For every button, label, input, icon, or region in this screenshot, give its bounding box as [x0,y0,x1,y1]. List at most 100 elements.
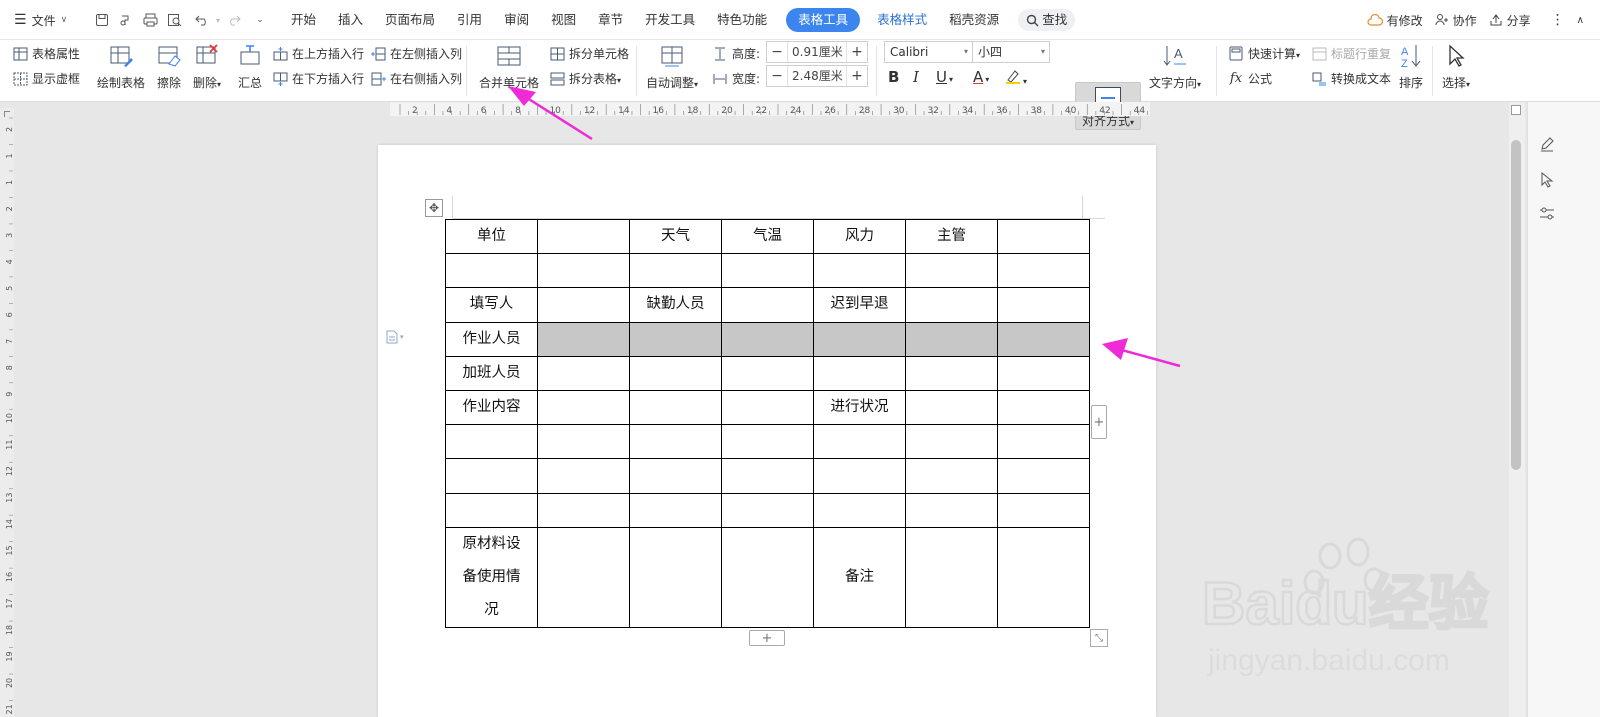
table-cell[interactable] [721,355,814,391]
increase-height-button[interactable]: + [847,44,867,60]
add-column-button[interactable]: + [1091,405,1107,439]
save-icon[interactable] [92,10,112,30]
table-cell[interactable] [629,321,722,357]
erase-button[interactable]: 擦除 [155,42,183,91]
table-cell[interactable] [721,321,814,357]
increase-width-button[interactable]: + [847,68,867,84]
document-table[interactable]: 单位 天气 气温 风力 主管 填写人 缺勤人员 迟到早退 作业人员 加班人员 作业内容 进行状况 原材料… [445,218,1090,628]
table-cell[interactable] [445,253,538,289]
show-gridlines-button[interactable]: 显示虚框 [12,70,80,87]
cloud-sync-button[interactable]: 有修改 [1367,12,1423,29]
table-cell[interactable] [905,287,998,323]
table-cell[interactable] [445,424,538,460]
table-cell[interactable] [721,458,814,494]
column-width-stepper[interactable]: − 2.48厘米 + [766,65,868,87]
table-cell[interactable] [813,321,906,357]
table-cell[interactable]: 填写人 [445,287,538,323]
text-direction-button[interactable]: A 文字方向▾ [1149,42,1201,91]
convert-to-text-button[interactable]: 转换成文本 [1311,70,1391,87]
table-cell[interactable] [905,526,998,628]
tab-home[interactable]: 开始 [280,8,327,32]
table-cell[interactable] [629,458,722,494]
table-cell[interactable] [813,458,906,494]
edit-pen-icon[interactable] [1539,136,1555,155]
tab-special-features[interactable]: 特色功能 [706,8,778,32]
font-name-select[interactable]: Calibri ▾ [884,41,973,63]
table-cell[interactable] [721,253,814,289]
table-cell[interactable] [537,287,630,323]
table-cell[interactable] [537,218,630,255]
bold-icon[interactable]: B [888,68,899,86]
table-resize-icon[interactable]: ⤡ [1090,629,1108,647]
table-cell[interactable] [537,492,630,528]
pointer-icon[interactable] [1540,171,1554,191]
insert-column-right-button[interactable]: 在右侧插入列 [370,70,462,87]
table-cell[interactable] [997,355,1090,391]
quick-calc-button[interactable]: 快速计算▾ [1228,45,1300,62]
tab-table-style[interactable]: 表格样式 [866,8,938,32]
search-button[interactable]: 查找 [1018,9,1076,31]
more-options-icon[interactable]: ⋮ [1551,12,1565,28]
table-cell[interactable]: 单位 [445,218,538,255]
table-cell[interactable]: 备注 [813,526,906,628]
tab-stop-selector[interactable] [4,111,10,117]
table-cell[interactable] [445,492,538,528]
row-height-input[interactable]: 0.91厘米 [787,42,847,62]
table-cell[interactable] [629,492,722,528]
tab-page-layout[interactable]: 页面布局 [374,8,446,32]
table-cell[interactable] [537,458,630,494]
table-cell[interactable] [721,492,814,528]
table-cell[interactable]: 加班人员 [445,355,538,391]
scrollbar-thumb[interactable] [1511,140,1521,470]
summary-button[interactable]: 汇总 [236,42,264,91]
insert-row-below-button[interactable]: 在下方插入行 [272,70,364,87]
tab-review[interactable]: 审阅 [493,8,540,32]
add-row-button[interactable]: + [749,630,785,646]
table-cell[interactable]: 进行状况 [813,389,906,426]
decrease-height-button[interactable]: − [767,44,787,60]
table-cell[interactable] [997,253,1090,289]
table-cell[interactable] [537,321,630,357]
table-cell[interactable]: 主管 [905,218,998,255]
row-height-stepper[interactable]: − 0.91厘米 + [766,41,868,63]
horizontal-ruler[interactable]: 2 4 6 8 10 12 14 16 18 20 22 24 26 28 30 32 34 36 38 40 42 44 [390,102,1150,116]
table-cell[interactable]: 气温 [721,218,814,255]
table-cell[interactable] [537,389,630,426]
table-cell[interactable] [997,389,1090,426]
table-cell[interactable] [721,526,814,628]
redo-icon[interactable] [224,10,244,30]
table-cell[interactable] [813,424,906,460]
table-cell[interactable] [813,355,906,391]
table-cell[interactable] [905,253,998,289]
font-color-icon[interactable]: A ▾ [973,68,989,86]
tab-table-tools[interactable]: 表格工具 [786,8,861,32]
table-cell[interactable] [997,458,1090,494]
table-cell[interactable]: 原材料设 备使用情况 [445,526,538,628]
tab-developer[interactable]: 开发工具 [634,8,706,32]
draw-table-button[interactable]: 绘制表格 [97,42,145,91]
tab-insert[interactable]: 插入 [327,8,374,32]
sort-button[interactable]: AZ 排序 [1397,42,1425,91]
formula-button[interactable]: fx 公式 [1228,70,1272,87]
table-move-handle-icon[interactable]: ✥ [425,199,443,217]
print-icon[interactable] [140,10,160,30]
table-cell[interactable] [721,389,814,426]
merge-cells-button[interactable]: 合并单元格 [479,42,539,91]
table-properties-button[interactable]: 表格属性 [12,45,80,62]
underline-icon[interactable]: U ▾ [936,68,953,86]
table-cell[interactable] [629,389,722,426]
insert-row-above-button[interactable]: 在上方插入行 [272,45,364,62]
split-table-button[interactable]: 拆分表格▾ [549,70,621,87]
table-cell[interactable]: 缺勤人员 [629,287,722,323]
tab-references[interactable]: 引用 [446,8,493,32]
tab-docer-resources[interactable]: 稻壳资源 [938,8,1010,32]
tab-view[interactable]: 视图 [540,8,587,32]
table-cell[interactable] [537,253,630,289]
split-view-icon[interactable] [1511,105,1521,115]
font-size-select[interactable]: 小四 ▾ [972,41,1050,63]
table-cell[interactable] [721,424,814,460]
table-cell[interactable] [905,389,998,426]
highlight-icon[interactable]: ▾ [1005,68,1027,88]
vertical-ruler[interactable]: 21123456789101112131415161718192021 [0,108,14,717]
column-width-input[interactable]: 2.48厘米 [787,66,847,86]
